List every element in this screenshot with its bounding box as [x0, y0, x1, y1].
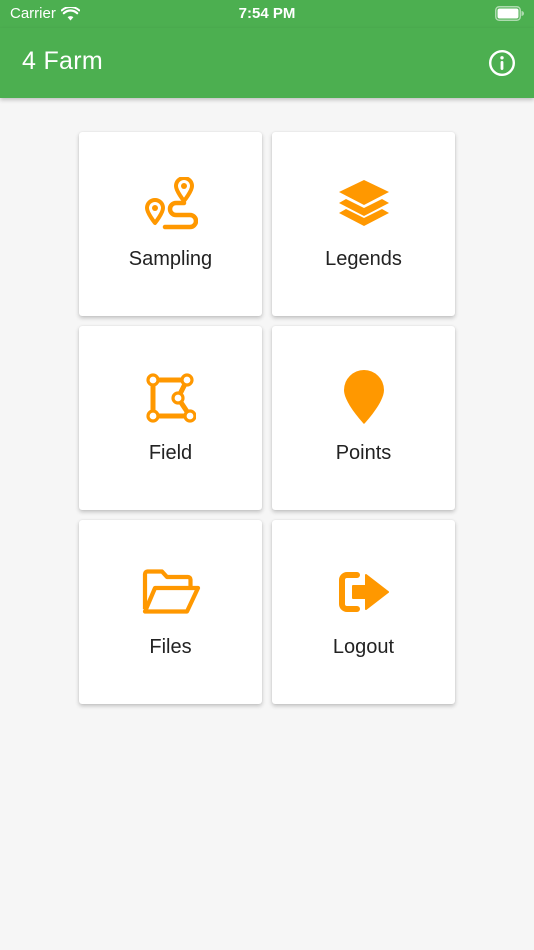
polygon-icon — [140, 368, 202, 428]
folder-open-icon — [140, 562, 202, 622]
app-bar: 4 Farm — [0, 28, 534, 98]
files-label: Files — [149, 636, 192, 658]
legends-label: Legends — [325, 248, 402, 270]
menu-grid: Sampling Legends Field Points Files Logo… — [79, 132, 456, 704]
points-button[interactable]: Points — [272, 326, 455, 510]
layers-icon — [333, 174, 395, 234]
files-button[interactable]: Files — [79, 520, 262, 704]
route-icon — [140, 174, 202, 234]
sampling-button[interactable]: Sampling — [79, 132, 262, 316]
status-time: 7:54 PM — [238, 5, 296, 22]
points-label: Points — [335, 442, 392, 464]
logout-button[interactable]: Logout — [272, 520, 455, 704]
info-icon[interactable] — [488, 49, 516, 77]
app-title: 4 Farm — [22, 47, 103, 75]
status-bar: Carrier 7:54 PM — [0, 0, 534, 28]
battery-icon — [495, 6, 524, 21]
field-button[interactable]: Field — [79, 326, 262, 510]
field-label: Field — [148, 442, 193, 464]
sampling-label: Sampling — [128, 248, 213, 270]
logout-label: Logout — [332, 636, 395, 658]
legends-button[interactable]: Legends — [272, 132, 455, 316]
sign-out-icon — [333, 562, 395, 622]
map-pin-icon — [333, 368, 395, 428]
